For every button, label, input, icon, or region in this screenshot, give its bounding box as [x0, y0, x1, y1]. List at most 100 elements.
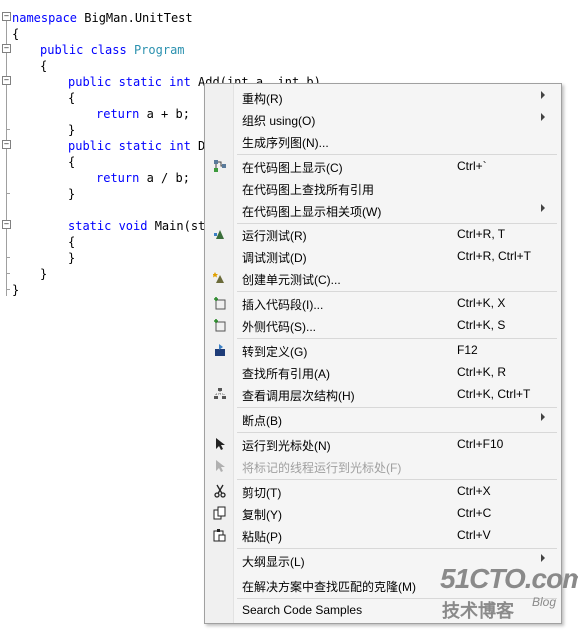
menu-item-show-on-code-map[interactable]: 在代码图上显示(C) Ctrl+`: [205, 155, 561, 177]
menu-item-surround-with[interactable]: 外侧代码(S)... Ctrl+K, S: [205, 314, 561, 336]
menu-item-copy[interactable]: 复制(Y) Ctrl+C: [205, 502, 561, 524]
menu-item-label: 将标记的线程运行到光标处(F): [242, 461, 402, 475]
menu-item-view-call-hierarchy[interactable]: 查看调用层次结构(H) Ctrl+K, Ctrl+T: [205, 383, 561, 405]
menu-item-label: 剪切(T): [242, 486, 282, 500]
code-line: return a / b;: [96, 170, 190, 186]
collapse-class-icon[interactable]: −: [2, 44, 11, 53]
menu-item-shortcut: Ctrl+`: [457, 159, 487, 173]
keyword: public: [40, 43, 84, 57]
menu-item-shortcut: Ctrl+K, X: [457, 296, 506, 310]
submenu-arrow-icon: [541, 113, 545, 121]
menu-item-find-all-references-code-map[interactable]: 在代码图上查找所有引用: [205, 177, 561, 199]
menu-item-shortcut: Ctrl+V: [457, 528, 491, 542]
keyword: public static int: [68, 75, 191, 89]
code-line: }: [12, 283, 20, 297]
code-line: }: [68, 123, 76, 137]
menu-item-label: 生成序列图(N)...: [242, 136, 329, 150]
menu-item-cut[interactable]: 剪切(T) Ctrl+X: [205, 480, 561, 502]
menu-item-label: 在解决方案中查找匹配的克隆(M): [242, 580, 416, 594]
collapse-main-method-icon[interactable]: −: [2, 220, 11, 229]
menu-item-label: 复制(Y): [242, 508, 282, 522]
code-map-icon: [214, 160, 226, 172]
menu-item-go-to-definition[interactable]: 转到定义(G) F12: [205, 339, 561, 361]
namespace-name: BigMan.UnitTest: [77, 11, 193, 25]
code-line: }: [68, 187, 76, 201]
fold-end-tick: [6, 257, 10, 258]
go-to-definition-icon: [215, 344, 225, 356]
menu-item-breakpoint[interactable]: 断点(B): [205, 408, 561, 430]
menu-item-label: 运行到光标处(N): [242, 439, 331, 453]
menu-item-label: 粘贴(P): [242, 530, 282, 544]
menu-item-run-to-cursor[interactable]: 运行到光标处(N) Ctrl+F10: [205, 433, 561, 455]
menu-item-shortcut: Ctrl+R, Ctrl+T: [457, 249, 532, 263]
create-unit-tests-icon: [213, 272, 224, 283]
keyword: class: [83, 43, 127, 57]
code-line: }: [68, 251, 76, 265]
menu-item-shortcut: Ctrl+K, R: [457, 365, 507, 379]
submenu-arrow-icon: [541, 91, 545, 99]
menu-item-shortcut: Ctrl+K, Ctrl+T: [457, 387, 531, 401]
menu-item-label: 调试测试(D): [242, 251, 307, 265]
fold-end-tick: [6, 129, 10, 130]
scissors-icon: [214, 484, 226, 498]
menu-item-debug-tests[interactable]: 调试测试(D) Ctrl+R, Ctrl+T: [205, 245, 561, 267]
context-menu: 重构(R) 组织 using(O) 生成序列图(N)... 在代码图上显示(C)…: [204, 83, 562, 624]
menu-item-run-tests[interactable]: 运行测试(R) Ctrl+R, T: [205, 223, 561, 245]
menu-item-label: 外侧代码(S)...: [242, 320, 316, 334]
menu-item-label: 转到定义(G): [242, 345, 308, 359]
menu-item-label: 创建单元测试(C)...: [242, 273, 341, 287]
menu-item-insert-snippet[interactable]: 插入代码段(I)... Ctrl+K, X: [205, 292, 561, 314]
code-line: {: [68, 235, 76, 249]
menu-item-label: 在代码图上查找所有引用: [242, 183, 375, 197]
menu-item-shortcut: Ctrl+R, T: [457, 227, 506, 241]
menu-item-label: 插入代码段(I)...: [242, 298, 324, 312]
menu-item-refactor[interactable]: 重构(R): [205, 86, 561, 108]
keyword: return: [96, 171, 140, 185]
code-line: }: [40, 267, 48, 281]
menu-item-create-unit-tests[interactable]: 创建单元测试(C)...: [205, 267, 561, 289]
statement: a + b;: [139, 107, 190, 121]
code-line: {: [68, 155, 76, 169]
surround-with-icon: [214, 319, 226, 332]
menu-item-shortcut: Ctrl+C: [457, 506, 492, 520]
fold-end-tick: [6, 289, 10, 290]
keyword: static void: [68, 219, 148, 233]
run-tests-icon: [214, 230, 224, 239]
keyword: namespace: [12, 11, 78, 25]
menu-item-paste[interactable]: 粘贴(P) Ctrl+V: [205, 524, 561, 546]
menu-item-generate-sequence-diagram[interactable]: 生成序列图(N)...: [205, 130, 561, 152]
code-line: {: [68, 91, 76, 105]
watermark-subtitle: 技术博客: [442, 601, 514, 621]
code-line: {: [40, 59, 48, 73]
menu-item-label: 查看调用层次结构(H): [242, 389, 355, 403]
type-name: Program: [126, 43, 185, 57]
collapse-add-method-icon[interactable]: −: [2, 76, 11, 85]
menu-item-shortcut: Ctrl+F10: [457, 437, 504, 451]
menu-item-label: 组织 using(O): [242, 114, 316, 128]
menu-item-label: 大纲显示(L): [242, 555, 305, 569]
watermark-logo: 51CTO.com: [440, 563, 578, 594]
code-line: {: [12, 27, 20, 41]
menu-item-show-related-code-map[interactable]: 在代码图上显示相关项(W): [205, 199, 561, 221]
keyword: public static int: [68, 139, 191, 153]
menu-item-shortcut: Ctrl+X: [457, 484, 491, 498]
menu-item-shortcut: F12: [457, 343, 478, 357]
fold-end-tick: [6, 193, 10, 194]
menu-item-shortcut: Ctrl+K, S: [457, 318, 506, 332]
code-line: public class Program: [40, 42, 185, 58]
menu-item-find-all-references[interactable]: 查找所有引用(A) Ctrl+K, R: [205, 361, 561, 383]
menu-item-label: 查找所有引用(A): [242, 367, 330, 381]
watermark-blog: Blog: [532, 595, 557, 609]
collapse-namespace-icon[interactable]: −: [2, 12, 11, 21]
fold-end-tick: [6, 273, 10, 274]
menu-item-label: Search Code Samples: [242, 603, 363, 617]
statement: a / b;: [139, 171, 190, 185]
menu-item-label: 运行测试(R): [242, 229, 307, 243]
method-signature: Main(str: [147, 219, 213, 233]
submenu-arrow-icon: [541, 413, 545, 421]
cursor-arrow-disabled-icon: [216, 460, 225, 472]
code-line: return a + b;: [96, 106, 190, 122]
menu-item-label: 在代码图上显示相关项(W): [242, 205, 382, 219]
collapse-div-method-icon[interactable]: −: [2, 140, 11, 149]
menu-item-organize-using[interactable]: 组织 using(O): [205, 108, 561, 130]
